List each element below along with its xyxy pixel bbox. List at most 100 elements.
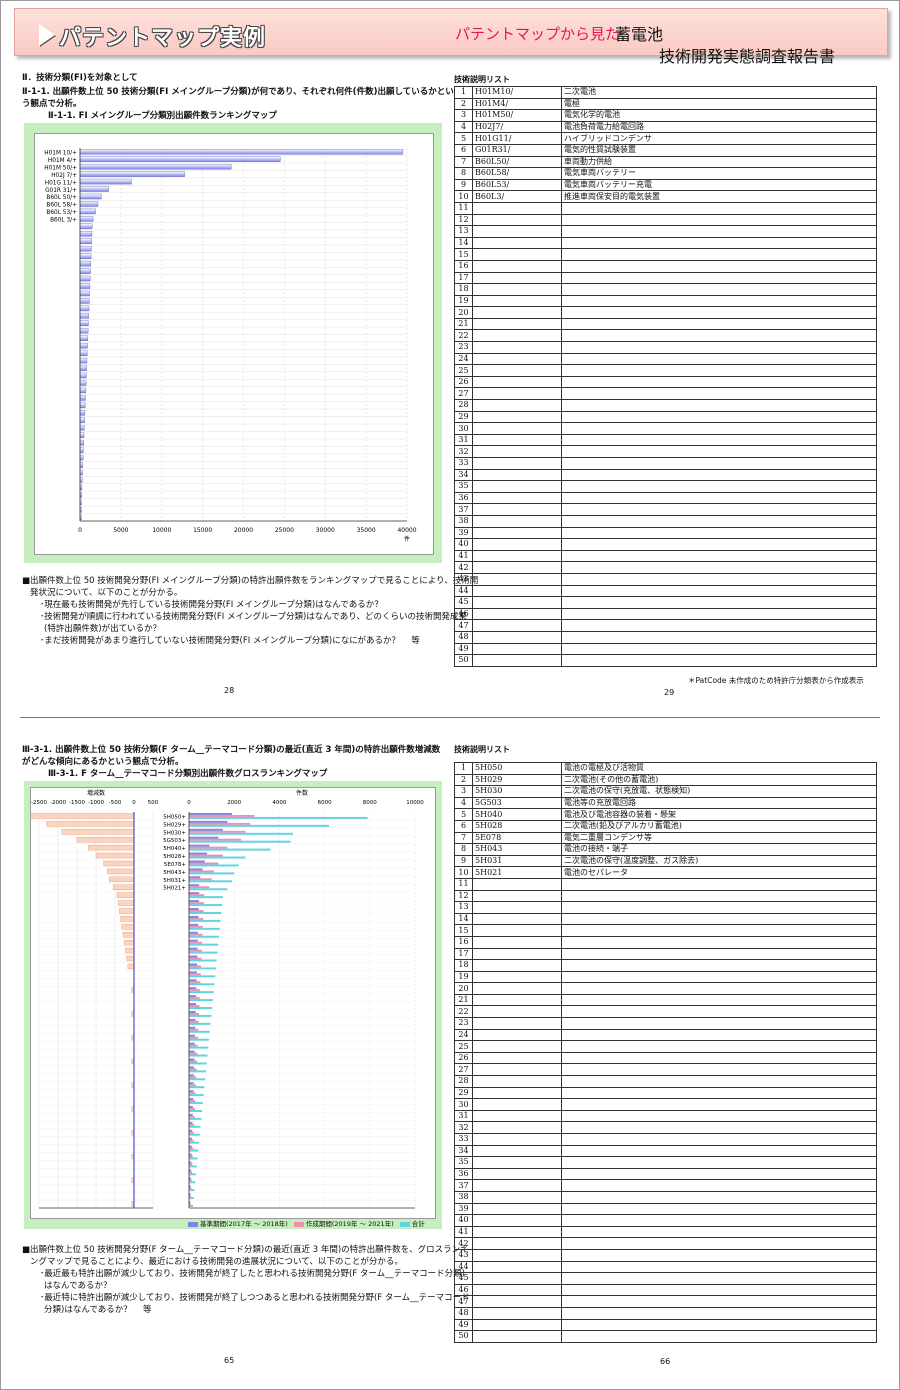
- table-row: 13: [454, 225, 877, 238]
- bar: [79, 305, 90, 312]
- row-number: 19: [454, 970, 473, 984]
- row-code: [472, 422, 562, 435]
- row-number: 7: [454, 155, 473, 169]
- table-row: 35: [454, 1156, 877, 1169]
- row-description: [561, 213, 877, 227]
- row-code: [472, 526, 562, 540]
- row-code: 5E078: [472, 831, 562, 845]
- total-bar: [189, 880, 232, 883]
- row-description: [561, 1190, 877, 1204]
- total-bar: [189, 1062, 207, 1065]
- ranking-chart-plot: 0 5000 10000 15000 20000 25000 30000 35000 40000…: [34, 133, 434, 555]
- bar: [79, 454, 84, 461]
- row-description: [561, 889, 877, 903]
- category-label: 5H021+: [163, 886, 186, 892]
- row-number: 28: [454, 399, 473, 412]
- row-number: 15: [454, 248, 473, 261]
- row-number: 26: [454, 375, 473, 389]
- table-row: 27: [454, 387, 877, 401]
- bar: [79, 231, 93, 237]
- row-number: 14: [454, 912, 473, 926]
- table-row: 26: [454, 375, 877, 389]
- row-number: 13: [454, 901, 473, 914]
- bar: [79, 380, 87, 386]
- row-number: 48: [454, 630, 473, 644]
- row-number: 49: [454, 1318, 473, 1332]
- row-description: [561, 1295, 877, 1308]
- row-number: 7: [454, 831, 473, 845]
- category-label: H01M 50/+: [44, 165, 77, 171]
- bar: [79, 238, 92, 244]
- table-row: 16: [454, 259, 877, 273]
- row-code: [472, 259, 562, 273]
- row-number: 47: [454, 1295, 473, 1308]
- table-row: 21: [454, 317, 877, 331]
- row-code: [472, 1040, 562, 1053]
- row-code: [472, 912, 562, 926]
- row-number: 10: [454, 866, 473, 879]
- base-bar: [189, 884, 200, 887]
- table-row: 24: [454, 352, 877, 366]
- recent-bar: [189, 933, 203, 936]
- section1-bullet-3: (特許出願件数)が出ているか？: [44, 624, 162, 634]
- row-code: [472, 1295, 562, 1308]
- row-code: 5H040: [472, 808, 562, 821]
- table-row: 15: [454, 248, 877, 261]
- table-row: 13: [454, 901, 877, 914]
- total-bar: [189, 840, 291, 843]
- row-description: [561, 491, 877, 505]
- row-description: 電気車両バッテリー: [561, 167, 877, 180]
- table-row: 3 5H030 二次電池の保守(充放電、状態検知): [454, 785, 877, 798]
- row-number: 32: [454, 1121, 473, 1134]
- row-description: [561, 1040, 877, 1053]
- total-bar: [189, 1125, 201, 1128]
- row-code: [472, 1260, 562, 1274]
- bar: [79, 163, 232, 170]
- table-row: 19: [454, 294, 877, 308]
- bar: [79, 260, 91, 267]
- page-number-left-2: 65: [224, 1356, 235, 1365]
- recent-bar: [189, 870, 214, 873]
- row-description: [561, 596, 877, 609]
- base-bar: [189, 1066, 195, 1069]
- row-code: [472, 982, 562, 995]
- total-bar: [189, 1007, 213, 1009]
- row-number: 36: [454, 491, 473, 505]
- tech-list-table-1: 1 H01M10/二次電池 2 H01M4/電極 3 H01M50/電気化学的電池 4 H02…: [454, 86, 877, 667]
- row-number: 38: [454, 514, 473, 528]
- change-tick-label: -2500: [31, 800, 47, 806]
- row-number: 47: [454, 619, 473, 632]
- row-number: 33: [454, 457, 473, 470]
- row-description: 電池等の充放電回路: [561, 796, 877, 810]
- row-code: [472, 1248, 562, 1262]
- legend-swatch-total: [399, 1221, 410, 1227]
- row-description: [561, 1063, 877, 1077]
- row-number: 18: [454, 283, 473, 296]
- recent-bar: [189, 941, 203, 944]
- total-tick-label: 4000: [272, 800, 286, 806]
- table-row: 32: [454, 1121, 877, 1134]
- change-axis-title: 増減数: [87, 789, 105, 797]
- base-bar: [189, 931, 199, 934]
- row-code: 5H043: [472, 843, 562, 856]
- header-subject: 蓄電池: [615, 25, 664, 44]
- table-row: 33: [454, 457, 877, 470]
- base-bar: [189, 1042, 195, 1045]
- table-row: 48: [454, 630, 877, 644]
- category-label: B60L 3/+: [50, 218, 77, 224]
- row-code: [472, 1109, 562, 1123]
- row-description: [561, 935, 877, 949]
- category-label: 5H043+: [163, 870, 186, 876]
- row-description: 電池の接続・端子: [561, 843, 877, 856]
- base-bar: [189, 1026, 196, 1029]
- row-number: 21: [454, 317, 473, 331]
- row-number: 16: [454, 259, 473, 273]
- base-bar: [189, 1113, 193, 1116]
- bar: [79, 156, 281, 162]
- row-description: [561, 457, 877, 470]
- row-number: 46: [454, 607, 473, 621]
- row-number: 34: [454, 1144, 473, 1158]
- total-bar: [189, 888, 228, 891]
- bar: [79, 201, 99, 207]
- row-number: 2: [454, 97, 473, 111]
